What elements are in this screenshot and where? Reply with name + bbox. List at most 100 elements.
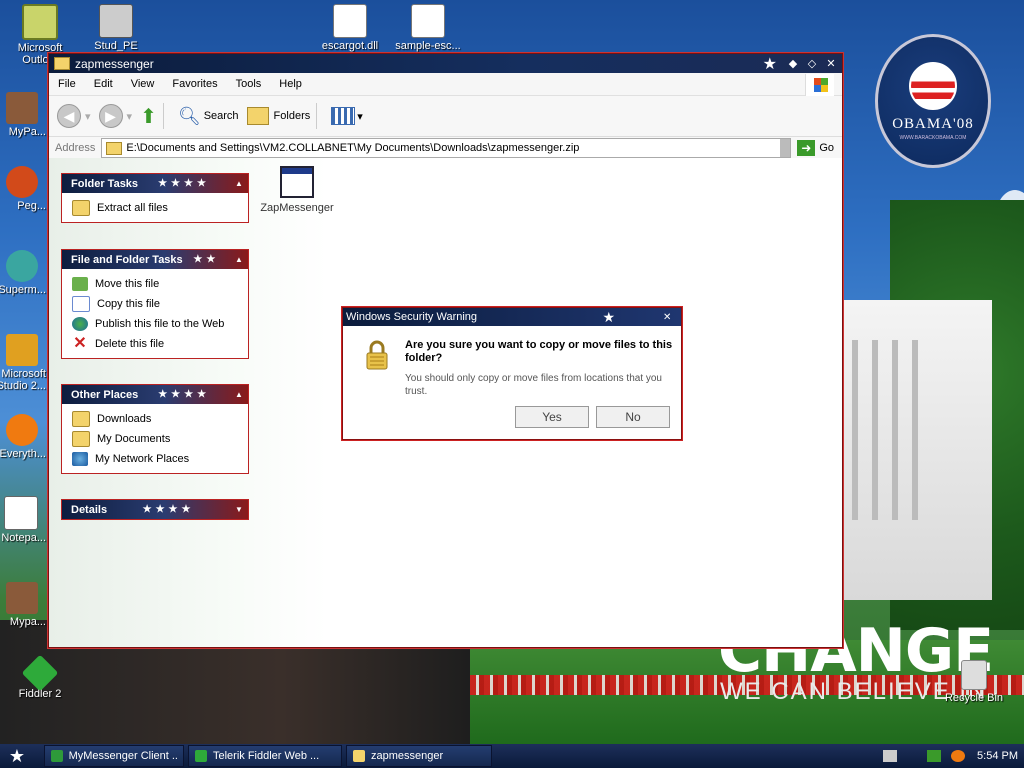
task-mymessenger[interactable]: MyMessenger Client ... (44, 745, 184, 767)
forward-button[interactable]: ▶ ▾ (98, 104, 132, 128)
menu-view[interactable]: View (122, 78, 164, 90)
address-input[interactable]: E:\Documents and Settings\VM2.COLLABNET\… (101, 138, 792, 158)
dialog-close-button[interactable]: ✕ (663, 312, 677, 323)
views-button[interactable]: ▾ (331, 107, 363, 125)
place-label: My Documents (97, 433, 171, 445)
back-button[interactable]: ◀ ▾ (57, 104, 91, 128)
no-button[interactable]: No (596, 406, 670, 428)
notepad-icon (4, 496, 38, 530)
star-icon: ★ (762, 55, 777, 73)
address-value: E:\Documents and Settings\VM2.COLLABNET\… (126, 142, 580, 154)
toolbar-separator (316, 103, 318, 129)
task-move-file[interactable]: Move this file (72, 274, 248, 294)
network-icon[interactable] (927, 750, 942, 762)
task-fiddler[interactable]: Telerik Fiddler Web ... (188, 745, 342, 767)
globe-icon (72, 317, 88, 331)
messenger-icon (51, 750, 63, 762)
menu-tools[interactable]: Tools (227, 78, 271, 90)
yes-button[interactable]: Yes (515, 406, 589, 428)
menu-favorites[interactable]: Favorites (163, 78, 226, 90)
keyboard-icon[interactable] (883, 750, 898, 762)
my-documents-icon (72, 431, 90, 447)
padlock-icon (365, 340, 389, 370)
task-extract-all[interactable]: Extract all files (72, 198, 248, 218)
clock[interactable]: 5:54 PM (977, 750, 1018, 762)
task-publish-web[interactable]: Publish this file to the Web (72, 314, 248, 334)
visual-studio-icon (6, 334, 38, 366)
close-button[interactable]: ✕ (823, 57, 839, 71)
menu-file[interactable]: File (49, 78, 85, 90)
window-title: zapmessenger (75, 56, 154, 71)
dialog-title: Windows Security Warning (346, 311, 478, 323)
panel-header[interactable]: Details ★★★★ ▼ (62, 500, 248, 519)
star-icon: ★ (602, 308, 615, 325)
desktop-icon-recycle-bin[interactable]: Recycle Bin (934, 660, 1014, 704)
folder-icon (54, 57, 70, 70)
desktop-icon-peg[interactable]: Peg... (0, 166, 46, 212)
file-item-zapmessenger[interactable]: ZapMessenger (254, 166, 340, 214)
panel-title: Folder Tasks (71, 177, 139, 190)
task-zapmessenger[interactable]: zapmessenger (346, 745, 492, 767)
everything-icon (6, 414, 38, 446)
windows-logo-icon (805, 74, 834, 96)
place-my-documents[interactable]: My Documents (72, 429, 248, 449)
menu-edit[interactable]: Edit (85, 78, 122, 90)
taskbar: ★ MyMessenger Client ... Telerik Fiddler… (0, 744, 1024, 768)
task-label: Copy this file (97, 298, 160, 310)
task-delete-file[interactable]: ✕ Delete this file (72, 334, 248, 354)
stud-pe-icon (99, 4, 133, 38)
desktop-icon-stud-pe[interactable]: Stud_PE (76, 4, 156, 52)
collapse-chevron-icon[interactable]: ▲ (230, 179, 248, 188)
folders-button[interactable]: Folders (246, 107, 310, 125)
peg-icon (6, 166, 38, 198)
task-label: Publish this file to the Web (95, 318, 225, 330)
desktop-icon-label: Microsoft Studio 2... (0, 368, 46, 392)
task-label: Telerik Fiddler Web ... (213, 750, 320, 762)
desktop-icon-notepad[interactable]: Notepa... (0, 496, 46, 544)
desktop-icon-label: Recycle Bin (944, 692, 1004, 704)
desktop-icon-mypa[interactable]: Mypa... (0, 582, 46, 628)
maximize-button[interactable]: ◇ (804, 57, 820, 71)
dialog-titlebar[interactable]: Windows Security Warning ★ ✕ (343, 308, 681, 326)
delete-x-icon: ✕ (73, 335, 87, 352)
panel-header[interactable]: Other Places ★★★★ ▲ (62, 385, 248, 404)
task-copy-file[interactable]: Copy this file (72, 294, 248, 314)
menu-help[interactable]: Help (270, 78, 311, 90)
desktop-icon-mypal[interactable]: MyPa... (0, 92, 46, 138)
desktop-icon-sample-esc[interactable]: sample-esc... (388, 4, 468, 52)
go-button[interactable]: ➜ Go (797, 140, 834, 156)
superm-icon (6, 250, 38, 282)
desktop-icon-fiddler[interactable]: Fiddler 2 (0, 654, 80, 700)
mypal-icon (6, 92, 38, 124)
desktop-icon-label: Stud_PE (94, 40, 138, 52)
desktop-icon-ms-studio[interactable]: Microsoft Studio 2... (0, 334, 46, 392)
application-icon (280, 166, 314, 198)
minimize-button[interactable]: ◆ (785, 57, 801, 71)
desktop-icon-superm[interactable]: Superm... (0, 250, 46, 296)
place-my-network[interactable]: My Network Places (72, 449, 248, 469)
desktop-icon-label: sample-esc... (395, 40, 461, 52)
panel-folder-tasks: Folder Tasks ★★★★ ▲ Extract all files (61, 173, 249, 223)
desktop-icon-label: escargot.dll (321, 40, 379, 52)
desktop-icon-label: Mypa... (9, 616, 46, 628)
extract-icon (72, 200, 90, 216)
desktop-icon-escargot-dll[interactable]: escargot.dll (310, 4, 390, 52)
collapse-chevron-icon[interactable]: ▲ (230, 390, 248, 399)
dialog-subtext: You should only copy or move files from … (405, 373, 662, 397)
search-tray-icon[interactable] (951, 750, 966, 762)
search-button[interactable]: 🔍︎ Search (178, 106, 239, 127)
desktop-icon-everything[interactable]: Everyth... (0, 414, 46, 460)
place-downloads[interactable]: Downloads (72, 409, 248, 429)
window-titlebar[interactable]: zapmessenger ★ ◆ ◇ ✕ (49, 54, 842, 73)
panel-header[interactable]: File and Folder Tasks ★★ ▲ (62, 250, 248, 269)
address-dropdown-button[interactable] (780, 139, 791, 157)
desktop-icon-label: MyPa... (8, 126, 46, 138)
expand-chevron-icon[interactable]: ▼ (230, 505, 248, 514)
security-warning-dialog: Windows Security Warning ★ ✕ Are you sur… (342, 307, 682, 440)
go-label: Go (819, 142, 834, 154)
start-button[interactable]: ★ (0, 744, 34, 768)
panel-details: Details ★★★★ ▼ (61, 499, 249, 520)
collapse-chevron-icon[interactable]: ▲ (230, 255, 248, 264)
panel-header[interactable]: Folder Tasks ★★★★ ▲ (62, 174, 248, 193)
up-button[interactable]: ⬆ (140, 104, 157, 129)
